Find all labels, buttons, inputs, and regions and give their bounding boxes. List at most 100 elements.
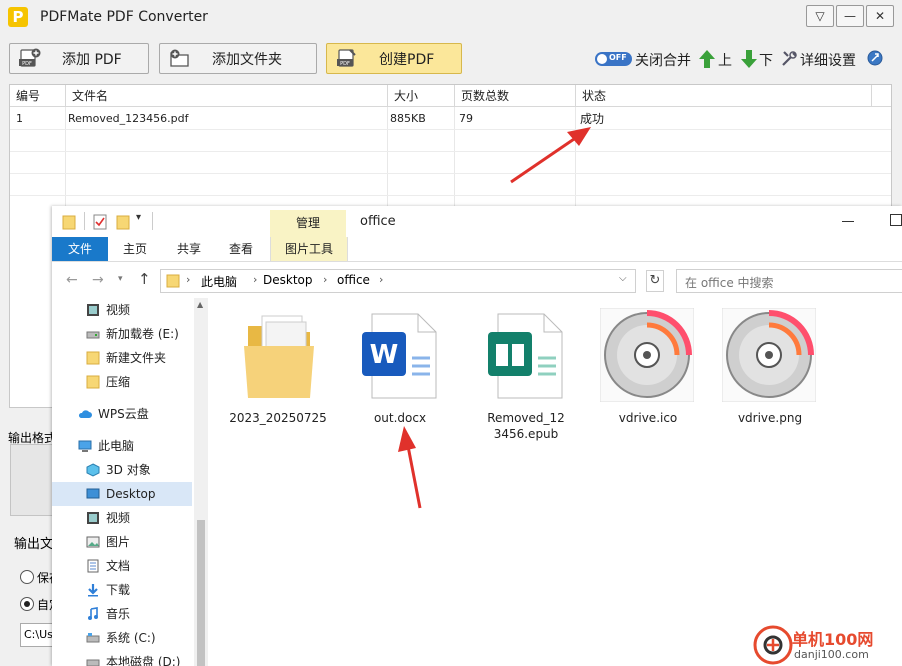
tools-icon[interactable] [781, 50, 798, 67]
up-arrow-icon[interactable]: ↑ [138, 270, 151, 288]
cell-number: 1 [16, 112, 23, 125]
app-logo-icon: P [8, 7, 28, 27]
tab-picture-tools[interactable]: 图片工具 [270, 237, 348, 261]
search-placeholder: 在 office 中搜索 [685, 276, 774, 290]
ribbon-tabs: 文件 主页 共享 查看 图片工具 [52, 237, 902, 262]
minimize-button[interactable]: — [836, 5, 864, 27]
tab-view[interactable]: 查看 [216, 237, 266, 261]
dropdown-window-button[interactable]: ▽ [806, 5, 834, 27]
header-filename[interactable]: 文件名 [66, 85, 388, 107]
radio-custom[interactable] [20, 597, 34, 611]
nav-item-pictures[interactable]: 图片 [52, 530, 192, 554]
file-item-folder[interactable]: 2023_20250725 [226, 306, 330, 446]
tab-manage[interactable]: 管理 [270, 210, 346, 237]
row-divider [10, 195, 891, 196]
nav-label: 压缩 [106, 375, 131, 389]
address-bar[interactable]: › 此电脑 › Desktop › office › ⌵ [160, 269, 636, 293]
nav-item-new-folder[interactable]: 新建文件夹 [52, 346, 192, 370]
settings-label[interactable]: 详细设置 [800, 50, 856, 70]
breadcrumb-desktop[interactable]: Desktop [263, 273, 313, 287]
3d-objects-icon [86, 463, 100, 477]
close-button[interactable]: ✕ [866, 5, 894, 27]
refresh-icon[interactable]: ↻ [646, 270, 664, 292]
tab-home[interactable]: 主页 [110, 237, 160, 261]
search-input[interactable]: 在 office 中搜索 [676, 269, 902, 293]
nav-item-drive-d[interactable]: 本地磁盘 (D:) [52, 650, 192, 666]
add-pdf-icon: PDF [19, 48, 41, 67]
scroll-up-icon[interactable]: ▲ [197, 300, 203, 309]
header-number[interactable]: 编号 [10, 85, 66, 107]
breadcrumb-office[interactable]: office [337, 273, 370, 287]
breadcrumb-this-pc[interactable]: 此电脑 [201, 273, 237, 290]
merge-label[interactable]: 关闭合并 [635, 50, 691, 70]
desktop-icon [86, 488, 100, 499]
header-size[interactable]: 大小 [388, 85, 455, 107]
merge-toggle[interactable]: OFF [595, 52, 632, 66]
svg-text:PDF: PDF [340, 61, 350, 67]
scroll-thumb[interactable] [197, 520, 205, 666]
maximize-icon[interactable] [890, 214, 902, 226]
nav-item-wps-cloud[interactable]: WPS云盘 [52, 402, 192, 426]
nav-item-desktop[interactable]: Desktop [52, 482, 192, 506]
properties-icon[interactable] [93, 214, 107, 230]
nav-item-3d-objects[interactable]: 3D 对象 [52, 458, 192, 482]
nav-item-video[interactable]: 视频 [52, 298, 192, 322]
nav-item-this-pc[interactable]: 此电脑 [52, 434, 192, 458]
tab-file[interactable]: 文件 [52, 237, 108, 261]
back-arrow-icon[interactable]: ← [66, 272, 78, 288]
nav-item-downloads[interactable]: 下载 [52, 578, 192, 602]
nav-label: 新加载卷 (E:) [106, 327, 179, 341]
format-box[interactable] [10, 444, 58, 516]
drive-icon [86, 659, 100, 666]
watermark: 单机100网 danji100.com [752, 624, 902, 666]
move-down-label[interactable]: 下 [759, 50, 773, 70]
nav-label: 文档 [106, 559, 131, 573]
recent-chevron-icon[interactable]: ▾ [118, 274, 123, 284]
divider [84, 212, 85, 230]
drive-icon [86, 633, 100, 643]
radio-save-same[interactable] [20, 570, 34, 584]
chevron-down-icon[interactable]: ▾ [136, 212, 141, 223]
drive-icon [86, 331, 100, 339]
nav-item-documents[interactable]: 文档 [52, 554, 192, 578]
nav-item-video-2[interactable]: 视频 [52, 506, 192, 530]
arrow-down-icon[interactable] [741, 50, 757, 68]
header-pages[interactable]: 页数总数 [455, 85, 576, 107]
disc-icon [722, 308, 816, 402]
add-folder-button[interactable]: 添加文件夹 [159, 43, 317, 74]
nav-item-compress[interactable]: 压缩 [52, 370, 192, 394]
add-pdf-label: 添加 PDF [62, 52, 122, 68]
word-document-icon: W [362, 313, 437, 399]
file-item-epub[interactable]: Removed_123456.epub [474, 306, 578, 446]
move-up-label[interactable]: 上 [718, 50, 732, 70]
tab-share[interactable]: 共享 [164, 237, 214, 261]
document-icon [87, 559, 99, 573]
navigation-pane[interactable]: 视频 新加载卷 (E:) 新建文件夹 压缩 WPS云盘 此电脑 3D 对象 De… [52, 298, 208, 666]
new-folder-icon[interactable] [116, 214, 130, 230]
cell-size: 885KB [390, 112, 426, 125]
forward-arrow-icon[interactable]: → [92, 272, 104, 288]
nav-label: 本地磁盘 (D:) [106, 655, 181, 666]
nav-item-drive-c[interactable]: 系统 (C:) [52, 626, 192, 650]
row-divider [10, 173, 891, 174]
nav-label: WPS云盘 [98, 407, 149, 421]
file-item-vdrive-png[interactable]: vdrive.png [718, 306, 822, 446]
nav-scrollbar[interactable]: ▲ [194, 298, 208, 666]
header-status[interactable]: 状态 [576, 85, 872, 107]
folder-icon[interactable] [62, 214, 76, 230]
breadcrumb-separator: › [253, 273, 258, 286]
nav-item-drive-e[interactable]: 新加载卷 (E:) [52, 322, 192, 346]
annotation-arrow [398, 426, 422, 509]
file-item-vdrive-ico[interactable]: vdrive.ico [596, 306, 700, 446]
address-dropdown-icon[interactable]: ⌵ [619, 273, 627, 284]
minimize-icon[interactable] [842, 221, 854, 222]
row-divider [10, 151, 891, 152]
computer-icon [78, 440, 92, 452]
arrow-up-icon[interactable] [699, 50, 715, 68]
create-pdf-icon: PDF [337, 49, 356, 67]
nav-item-music[interactable]: 音乐 [52, 602, 192, 626]
help-icon[interactable] [867, 50, 883, 66]
add-pdf-button[interactable]: PDF 添加 PDF [9, 43, 149, 74]
music-icon [88, 607, 98, 620]
create-pdf-button[interactable]: PDF 创建PDF [326, 43, 462, 74]
